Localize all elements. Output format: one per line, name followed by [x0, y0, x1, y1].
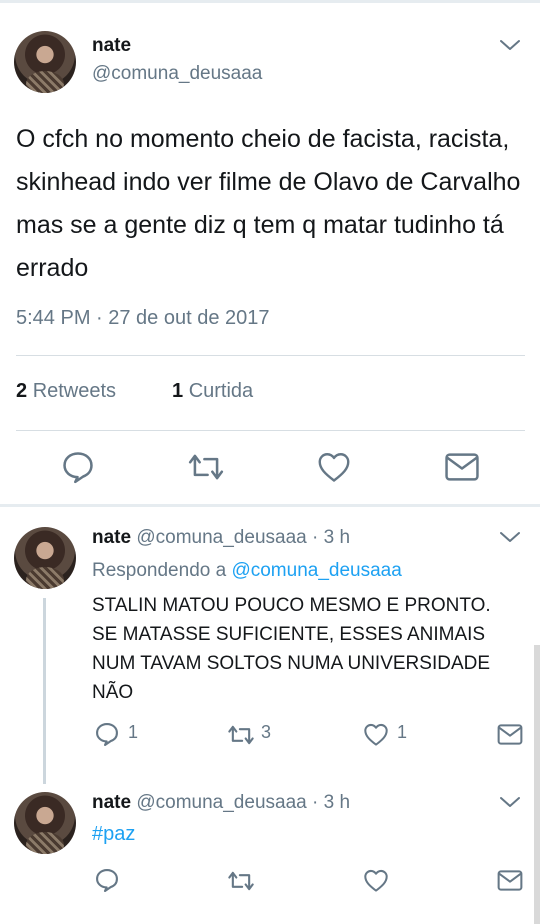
like-icon[interactable]	[362, 867, 390, 894]
message-icon[interactable]	[496, 722, 524, 747]
reply-count: 1	[128, 722, 139, 742]
reply-icon[interactable]	[93, 866, 121, 894]
likes-stat[interactable]: 1 Curtida	[172, 380, 253, 403]
retweets-count: 2	[16, 380, 28, 402]
replying-prefix: Respondendo a	[92, 560, 232, 581]
retweet-icon[interactable]	[225, 721, 257, 749]
retweet-icon[interactable]	[225, 867, 257, 895]
replying-to: Respondendo a @comuna_deusaaa	[92, 560, 402, 582]
retweet-icon[interactable]	[185, 448, 227, 486]
hashtag-link[interactable]: #paz	[92, 823, 135, 846]
main-tweet: nate @comuna_deusaaa O cfch no momento c…	[0, 0, 540, 504]
like-count: 1	[397, 722, 408, 742]
author-handle[interactable]: @comuna_deusaaa	[92, 63, 262, 85]
reply-author-meta: @comuna_deusaaa · 3 h	[136, 792, 351, 813]
like-icon[interactable]	[315, 449, 353, 485]
tweet-text: O cfch no momento cheio de facista, raci…	[16, 125, 521, 282]
divider	[16, 430, 525, 431]
reply-author-name: nate	[92, 527, 132, 548]
divider	[16, 355, 525, 356]
message-icon[interactable]	[443, 450, 481, 484]
chevron-down-icon[interactable]	[498, 790, 522, 814]
reply-icon[interactable]	[59, 448, 97, 486]
avatar[interactable]	[14, 31, 76, 93]
like-icon[interactable]	[362, 721, 390, 748]
likes-count: 1	[172, 380, 184, 402]
likes-label: Curtida	[188, 380, 254, 402]
avatar[interactable]	[14, 792, 76, 854]
chevron-down-icon[interactable]	[498, 33, 522, 57]
reply-author[interactable]: nate @comuna_deusaaa · 3 h	[92, 792, 350, 814]
author-name[interactable]: nate	[92, 35, 131, 57]
chevron-down-icon[interactable]	[498, 525, 522, 549]
section-separator	[0, 504, 540, 507]
scroll-edge	[534, 645, 540, 924]
retweets-stat[interactable]: 2 Retweets	[16, 380, 116, 403]
tweet-timestamp[interactable]: 5:44 PM · 27 de out de 2017	[16, 307, 270, 330]
reply-author-meta: @comuna_deusaaa · 3 h	[136, 527, 351, 548]
avatar[interactable]	[14, 527, 76, 589]
retweets-label: Retweets	[32, 380, 117, 402]
reply-author[interactable]: nate @comuna_deusaaa · 3 h	[92, 527, 350, 549]
replying-mention-link[interactable]: @comuna_deusaaa	[231, 560, 401, 581]
retweet-count: 3	[261, 722, 272, 742]
reply-text: STALIN MATOU POUCO MESMO E PRONTO. SE MA…	[92, 595, 491, 703]
thread-line	[43, 598, 46, 784]
reply-icon[interactable]	[93, 720, 121, 748]
reply-author-name: nate	[92, 792, 132, 813]
message-icon[interactable]	[496, 868, 524, 893]
